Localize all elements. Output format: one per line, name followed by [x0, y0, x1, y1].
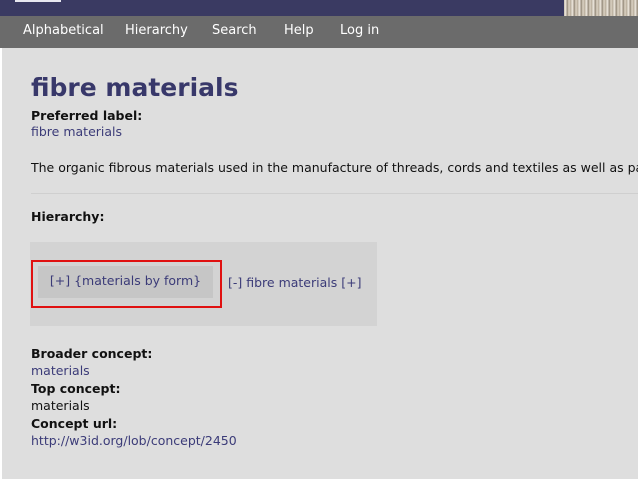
- concept-url-link[interactable]: http://w3id.org/lob/concept/2450: [31, 433, 237, 448]
- concept-definition: The organic fibrous materials used in th…: [31, 160, 638, 175]
- nav-hierarchy[interactable]: Hierarchy: [125, 16, 188, 48]
- concept-url-heading: Concept url:: [31, 416, 118, 431]
- site-header: [0, 0, 638, 16]
- section-divider: [31, 193, 638, 194]
- nav-help[interactable]: Help: [284, 16, 314, 48]
- hierarchy-tree: [+] {materials by form} [-] fibre materi…: [30, 242, 377, 326]
- hierarchy-parent-button[interactable]: [+] {materials by form}: [38, 266, 213, 298]
- top-concept-heading: Top concept:: [31, 381, 121, 396]
- main-navigation: Alphabetical Hierarchy Search Help Log i…: [0, 16, 638, 48]
- broader-concept-heading: Broader concept:: [31, 346, 153, 361]
- panel-edge: [0, 48, 2, 479]
- header-banner-image: [564, 0, 638, 16]
- broader-concept-link[interactable]: materials: [31, 363, 90, 378]
- concept-panel: fibre materials Preferred label: fibre m…: [0, 48, 638, 479]
- hierarchy-current-node[interactable]: [-] fibre materials [+]: [228, 275, 361, 290]
- hierarchy-heading: Hierarchy:: [31, 209, 105, 224]
- nav-search[interactable]: Search: [212, 16, 257, 48]
- preferred-label-value[interactable]: fibre materials: [31, 124, 122, 139]
- preferred-label-heading: Preferred label:: [31, 108, 143, 123]
- nav-alphabetical[interactable]: Alphabetical: [23, 16, 104, 48]
- top-concept-value: materials: [31, 398, 90, 413]
- nav-login[interactable]: Log in: [340, 16, 379, 48]
- page-title: fibre materials: [31, 73, 239, 102]
- site-logo[interactable]: [15, 0, 61, 2]
